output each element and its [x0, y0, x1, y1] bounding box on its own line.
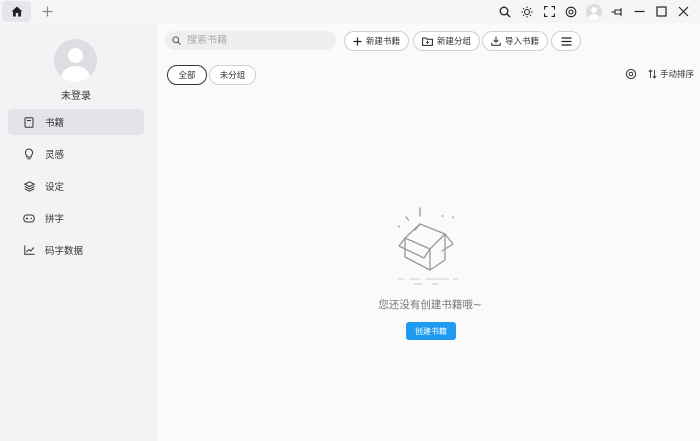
sidebar-item-label: 拼字 — [45, 214, 65, 225]
sidebar-nav: 书籍 灵感 设定 拼字 码字数据 — [8, 109, 144, 269]
folder-plus-icon — [422, 37, 433, 46]
close-icon — [678, 6, 688, 17]
title-bar — [0, 0, 700, 23]
sidebar-item-writing-stats[interactable]: 码字数据 — [8, 237, 144, 263]
search-box[interactable] — [165, 31, 336, 50]
filter-ungrouped-label: 未分组 — [219, 71, 246, 81]
import-books-button[interactable]: 导入书籍 — [482, 31, 549, 51]
settings-icon — [625, 68, 637, 80]
new-tab-button[interactable] — [38, 2, 56, 20]
maximize-icon — [655, 6, 667, 17]
sidebar-item-label: 灵感 — [45, 150, 65, 161]
gamepad-icon — [23, 212, 35, 224]
search-input[interactable] — [187, 35, 327, 46]
empty-box-illustration — [398, 207, 458, 285]
pin-button[interactable] — [606, 2, 628, 21]
theme-button[interactable] — [516, 2, 538, 21]
minimize-button[interactable] — [628, 2, 650, 21]
more-menu-button[interactable] — [551, 31, 581, 51]
empty-message: 您还没有创建书籍哦~ — [378, 299, 482, 311]
layers-icon — [23, 180, 35, 192]
sidebar-item-inspiration[interactable]: 灵感 — [8, 141, 144, 167]
filter-all[interactable]: 全部 — [167, 65, 207, 85]
new-book-label: 新建书籍 — [366, 37, 401, 47]
search-icon — [172, 36, 181, 45]
new-group-button[interactable]: 新建分组 — [413, 31, 481, 51]
avatar — [586, 3, 602, 20]
home-icon — [11, 6, 22, 17]
import-books-label: 导入书籍 — [505, 37, 540, 47]
user-avatar-button[interactable] — [582, 2, 606, 21]
home-tab[interactable] — [2, 1, 31, 22]
sort-button[interactable]: 手动排序 — [648, 68, 694, 80]
sun-icon — [521, 6, 533, 17]
new-book-button[interactable]: 新建书籍 — [344, 31, 410, 51]
close-button[interactable] — [672, 2, 694, 21]
user-avatar[interactable] — [54, 39, 97, 82]
window-controls — [494, 2, 694, 21]
sidebar-item-settings[interactable]: 设定 — [8, 173, 144, 199]
fullscreen-button[interactable] — [538, 2, 560, 21]
sort-icon — [648, 69, 657, 79]
search-button[interactable] — [494, 2, 516, 21]
new-group-label: 新建分组 — [437, 37, 472, 47]
settings-button[interactable] — [560, 2, 582, 21]
sidebar-item-label: 码字数据 — [45, 246, 84, 257]
minimize-icon — [634, 10, 644, 13]
maximize-button[interactable] — [650, 2, 672, 21]
sidebar-item-books[interactable]: 书籍 — [8, 109, 144, 135]
settings-icon — [565, 6, 577, 17]
sort-label: 手动排序 — [660, 70, 695, 80]
create-book-button[interactable]: 创建书籍 — [406, 322, 456, 340]
login-status-label[interactable]: 未登录 — [0, 87, 152, 102]
lightbulb-icon — [23, 148, 35, 160]
sidebar-item-label: 书籍 — [45, 118, 65, 129]
filter-all-label: 全部 — [178, 71, 196, 81]
sidebar-item-label: 设定 — [45, 182, 65, 193]
book-icon — [23, 116, 35, 128]
fullscreen-icon — [543, 6, 555, 17]
pin-icon — [611, 7, 622, 16]
download-icon — [491, 36, 501, 46]
search-icon — [499, 6, 511, 17]
sidebar-item-spelling[interactable]: 拼字 — [8, 205, 144, 231]
hamburger-menu-icon — [561, 36, 571, 46]
view-settings-button[interactable] — [625, 68, 637, 80]
sidebar: 未登录 书籍 灵感 设定 拼字 码字数据 — [0, 23, 157, 441]
plus-icon — [353, 37, 362, 46]
chart-line-icon — [23, 244, 35, 256]
plus-icon — [42, 6, 52, 16]
filter-ungrouped[interactable]: 未分组 — [209, 65, 256, 85]
create-book-label: 创建书籍 — [415, 326, 447, 336]
